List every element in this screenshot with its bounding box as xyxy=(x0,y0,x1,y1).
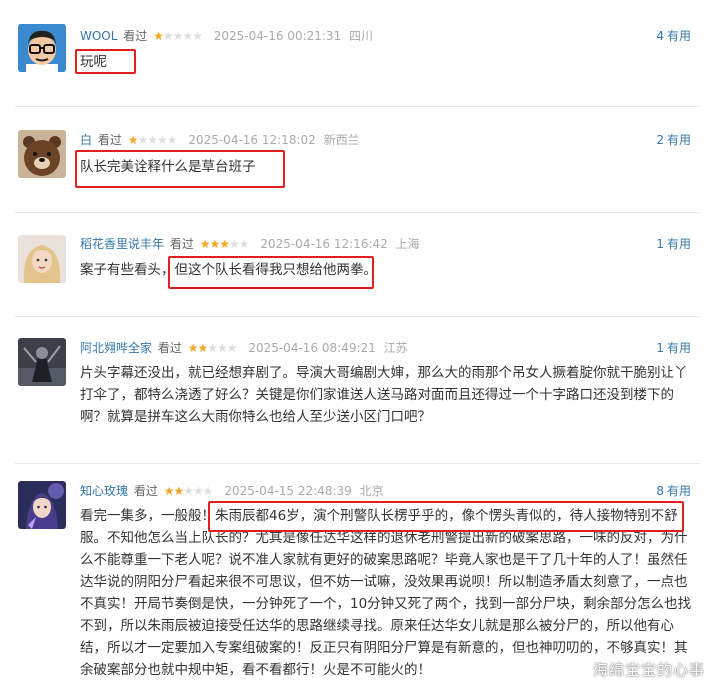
divider xyxy=(15,463,700,464)
star-icon: ★ xyxy=(127,133,139,147)
comment-meta: 知心玫瑰 看过 ★★★★★ 2025-04-15 22:48:39 北京 xyxy=(80,483,384,499)
divider xyxy=(15,316,700,317)
vote-label: 有用 xyxy=(666,484,691,498)
watch-status: 看过 xyxy=(123,29,148,43)
divider xyxy=(15,212,700,213)
rating-stars: ★★★★★ xyxy=(199,236,250,252)
comment-meta: 白 看过 ★★★★★ 2025-04-16 12:18:02 新西兰 xyxy=(80,132,360,148)
star-icon: ★★ xyxy=(187,341,208,355)
watch-status: 看过 xyxy=(157,341,182,355)
comment-location: 江苏 xyxy=(383,341,408,355)
useful-vote-button[interactable]: 1 有用 xyxy=(656,340,691,356)
rating-stars: ★★★★★ xyxy=(153,28,203,44)
divider xyxy=(15,106,700,107)
username-link[interactable]: WOOL xyxy=(80,29,117,43)
highlight-box xyxy=(75,150,285,188)
comment-time: 2025-04-15 22:48:39 xyxy=(224,484,352,498)
avatar[interactable] xyxy=(18,481,66,529)
rating-stars: ★★★★★ xyxy=(163,483,214,499)
watch-status: 看过 xyxy=(133,484,158,498)
vote-count: 4 xyxy=(656,29,664,43)
dark-figure-avatar-icon xyxy=(18,338,66,386)
glasses-man-cartoon-avatar-icon xyxy=(18,24,66,72)
star-icon: ★★★ xyxy=(199,237,230,251)
useful-vote-button[interactable]: 1 有用 xyxy=(656,236,691,252)
vote-label: 有用 xyxy=(666,341,691,355)
star-icon: ★★★★ xyxy=(162,29,203,43)
useful-vote-button[interactable]: 2 有用 xyxy=(656,132,691,148)
vote-count: 2 xyxy=(656,133,664,147)
comment-time: 2025-04-16 00:21:31 xyxy=(213,29,342,43)
watermark: 海绵宝宝的心事 xyxy=(592,661,705,679)
watch-status: 看过 xyxy=(169,237,194,251)
highlight-box xyxy=(75,49,136,74)
username-link[interactable]: 知心玫瑰 xyxy=(80,484,128,498)
comment-time: 2025-04-16 12:16:42 xyxy=(260,237,388,251)
username-link[interactable]: 阿北翙哔全家 xyxy=(80,341,152,355)
anime-warrior-avatar-icon xyxy=(18,481,66,529)
comment-meta: WOOL 看过 ★★★★★ 2025-04-16 00:21:31 四川 xyxy=(80,28,373,44)
comment-location: 四川 xyxy=(349,29,374,43)
avatar[interactable] xyxy=(18,235,66,283)
useful-vote-button[interactable]: 8 有用 xyxy=(656,483,691,499)
comment-text: 片头字幕还没出，就已经想弃剧了。导演大哥编剧大婶，那么大的雨那个吊女人撅着腚你就… xyxy=(80,365,688,425)
comment-meta: 稻花香里说丰年 看过 ★★★★★ 2025-04-16 12:16:42 上海 xyxy=(80,236,420,252)
star-icon: ★★★ xyxy=(207,341,237,355)
rating-stars: ★★★★★ xyxy=(127,132,178,148)
vote-label: 有用 xyxy=(666,133,691,147)
avatar[interactable] xyxy=(18,24,66,72)
star-icon: ★★★★ xyxy=(137,133,177,147)
watch-status: 看过 xyxy=(97,133,122,147)
blonde-girl-avatar-icon xyxy=(18,235,66,283)
vote-label: 有用 xyxy=(666,29,691,43)
comment-text: 玩呢 xyxy=(80,54,107,70)
comment-time: 2025-04-16 12:18:02 xyxy=(188,133,316,147)
star-icon: ★★ xyxy=(228,237,249,251)
avatar[interactable] xyxy=(18,338,66,386)
highlight-box xyxy=(168,256,374,289)
star-icon: ★ xyxy=(153,29,164,43)
star-icon: ★★ xyxy=(163,484,184,498)
vote-label: 有用 xyxy=(666,237,691,251)
star-icon: ★★★ xyxy=(183,484,213,498)
vote-count: 1 xyxy=(656,237,664,251)
avatar[interactable] xyxy=(18,130,66,178)
comment-meta: 阿北翙哔全家 看过 ★★★★★ 2025-04-16 08:49:21 江苏 xyxy=(80,340,408,356)
username-link[interactable]: 白 xyxy=(80,133,92,147)
username-link[interactable]: 稻花香里说丰年 xyxy=(80,237,164,251)
highlight-box xyxy=(208,501,684,532)
brown-bear-avatar-icon xyxy=(18,130,66,178)
comment-location: 北京 xyxy=(359,484,384,498)
rating-stars: ★★★★★ xyxy=(187,340,238,356)
comment-location: 上海 xyxy=(395,237,420,251)
comment-location: 新西兰 xyxy=(323,133,360,147)
vote-count: 8 xyxy=(656,484,664,498)
useful-vote-button[interactable]: 4 有用 xyxy=(656,28,691,44)
comment-time: 2025-04-16 08:49:21 xyxy=(248,341,376,355)
vote-count: 1 xyxy=(656,341,664,355)
